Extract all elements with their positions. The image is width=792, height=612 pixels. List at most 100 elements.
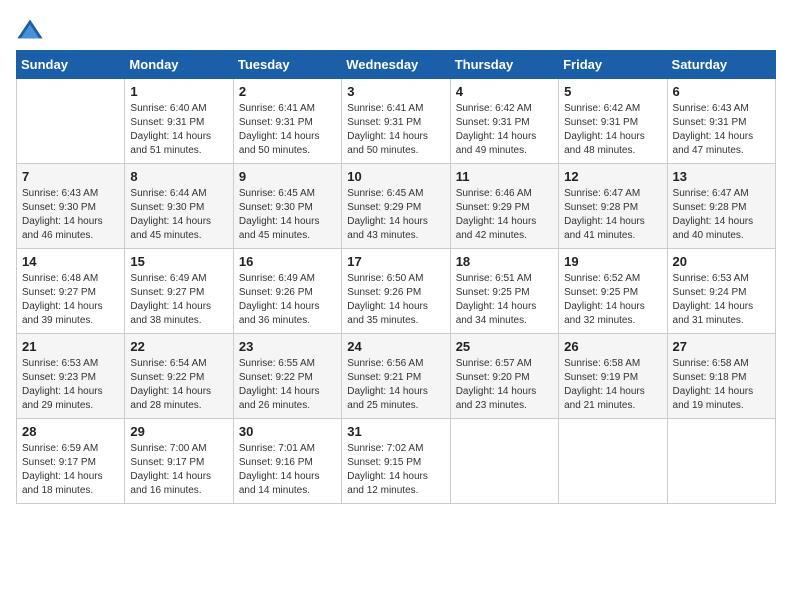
day-info: Sunrise: 6:54 AMSunset: 9:22 PMDaylight:… (130, 357, 227, 413)
day-info: Sunrise: 6:51 AMSunset: 9:25 PMDaylight:… (456, 272, 553, 328)
calendar-cell (450, 419, 558, 504)
day-number: 14 (22, 254, 119, 269)
day-info: Sunrise: 6:58 AMSunset: 9:18 PMDaylight:… (673, 357, 770, 413)
day-number: 8 (130, 169, 227, 184)
day-info: Sunrise: 6:48 AMSunset: 9:27 PMDaylight:… (22, 272, 119, 328)
calendar-cell (559, 419, 667, 504)
logo (16, 16, 48, 44)
calendar-cell: 22 Sunrise: 6:54 AMSunset: 9:22 PMDayligh… (125, 334, 233, 419)
calendar-cell: 15 Sunrise: 6:49 AMSunset: 9:27 PMDayligh… (125, 249, 233, 334)
calendar-cell: 20 Sunrise: 6:53 AMSunset: 9:24 PMDayligh… (667, 249, 775, 334)
day-info: Sunrise: 6:41 AMSunset: 9:31 PMDaylight:… (239, 102, 336, 158)
calendar-cell: 25 Sunrise: 6:57 AMSunset: 9:20 PMDayligh… (450, 334, 558, 419)
day-number: 22 (130, 339, 227, 354)
calendar-cell: 29 Sunrise: 7:00 AMSunset: 9:17 PMDayligh… (125, 419, 233, 504)
week-row-5: 28Sunrise: 6:59 AMSunset: 9:17 PMDayligh… (17, 419, 776, 504)
calendar-cell: 1Sunrise: 6:40 AMSunset: 9:31 PMDaylight… (125, 79, 233, 164)
day-number: 4 (456, 84, 553, 99)
day-info: Sunrise: 6:40 AMSunset: 9:31 PMDaylight:… (130, 102, 227, 158)
day-info: Sunrise: 6:42 AMSunset: 9:31 PMDaylight:… (456, 102, 553, 158)
day-number: 24 (347, 339, 444, 354)
logo-icon (16, 16, 44, 44)
weekday-header-wednesday: Wednesday (342, 51, 450, 79)
day-number: 3 (347, 84, 444, 99)
weekday-header-monday: Monday (125, 51, 233, 79)
day-number: 17 (347, 254, 444, 269)
calendar-cell: 30Sunrise: 7:01 AMSunset: 9:16 PMDayligh… (233, 419, 341, 504)
calendar-cell: 13 Sunrise: 6:47 AMSunset: 9:28 PMDayligh… (667, 164, 775, 249)
weekday-header-sunday: Sunday (17, 51, 125, 79)
calendar-cell: 6 Sunrise: 6:43 AMSunset: 9:31 PMDaylight… (667, 79, 775, 164)
weekday-header-row: SundayMondayTuesdayWednesdayThursdayFrid… (17, 51, 776, 79)
calendar-cell (667, 419, 775, 504)
day-info: Sunrise: 7:02 AMSunset: 9:15 PMDaylight:… (347, 442, 444, 498)
calendar-cell: 24 Sunrise: 6:56 AMSunset: 9:21 PMDayligh… (342, 334, 450, 419)
day-info: Sunrise: 6:45 AMSunset: 9:29 PMDaylight:… (347, 187, 444, 243)
week-row-3: 14 Sunrise: 6:48 AMSunset: 9:27 PMDayligh… (17, 249, 776, 334)
calendar-cell: 17 Sunrise: 6:50 AMSunset: 9:26 PMDayligh… (342, 249, 450, 334)
day-info: Sunrise: 6:43 AMSunset: 9:30 PMDaylight:… (22, 187, 119, 243)
day-number: 25 (456, 339, 553, 354)
day-info: Sunrise: 6:58 AMSunset: 9:19 PMDaylight:… (564, 357, 661, 413)
weekday-header-friday: Friday (559, 51, 667, 79)
day-info: Sunrise: 6:53 AMSunset: 9:23 PMDaylight:… (22, 357, 119, 413)
day-info: Sunrise: 6:45 AMSunset: 9:30 PMDaylight:… (239, 187, 336, 243)
day-info: Sunrise: 6:56 AMSunset: 9:21 PMDaylight:… (347, 357, 444, 413)
day-info: Sunrise: 6:42 AMSunset: 9:31 PMDaylight:… (564, 102, 661, 158)
day-info: Sunrise: 6:47 AMSunset: 9:28 PMDaylight:… (673, 187, 770, 243)
calendar-cell: 16Sunrise: 6:49 AMSunset: 9:26 PMDayligh… (233, 249, 341, 334)
calendar-cell: 10 Sunrise: 6:45 AMSunset: 9:29 PMDayligh… (342, 164, 450, 249)
calendar-cell: 9 Sunrise: 6:45 AMSunset: 9:30 PMDaylight… (233, 164, 341, 249)
calendar-cell: 11 Sunrise: 6:46 AMSunset: 9:29 PMDayligh… (450, 164, 558, 249)
calendar-cell: 14 Sunrise: 6:48 AMSunset: 9:27 PMDayligh… (17, 249, 125, 334)
day-number: 18 (456, 254, 553, 269)
calendar-cell: 21 Sunrise: 6:53 AMSunset: 9:23 PMDayligh… (17, 334, 125, 419)
weekday-header-saturday: Saturday (667, 51, 775, 79)
day-info: Sunrise: 6:53 AMSunset: 9:24 PMDaylight:… (673, 272, 770, 328)
calendar-cell (17, 79, 125, 164)
day-number: 19 (564, 254, 661, 269)
day-info: Sunrise: 6:50 AMSunset: 9:26 PMDaylight:… (347, 272, 444, 328)
day-number: 6 (673, 84, 770, 99)
day-number: 5 (564, 84, 661, 99)
day-number: 20 (673, 254, 770, 269)
day-number: 10 (347, 169, 444, 184)
calendar-cell: 4 Sunrise: 6:42 AMSunset: 9:31 PMDaylight… (450, 79, 558, 164)
page-header (16, 16, 776, 44)
weekday-header-tuesday: Tuesday (233, 51, 341, 79)
day-number: 23 (239, 339, 336, 354)
calendar-cell: 18 Sunrise: 6:51 AMSunset: 9:25 PMDayligh… (450, 249, 558, 334)
day-number: 7 (22, 169, 119, 184)
week-row-1: 1Sunrise: 6:40 AMSunset: 9:31 PMDaylight… (17, 79, 776, 164)
day-info: Sunrise: 7:00 AMSunset: 9:17 PMDaylight:… (130, 442, 227, 498)
day-info: Sunrise: 7:01 AMSunset: 9:16 PMDaylight:… (239, 442, 336, 498)
calendar-cell: 31 Sunrise: 7:02 AMSunset: 9:15 PMDayligh… (342, 419, 450, 504)
day-info: Sunrise: 6:47 AMSunset: 9:28 PMDaylight:… (564, 187, 661, 243)
day-info: Sunrise: 6:44 AMSunset: 9:30 PMDaylight:… (130, 187, 227, 243)
day-info: Sunrise: 6:49 AMSunset: 9:27 PMDaylight:… (130, 272, 227, 328)
week-row-2: 7 Sunrise: 6:43 AMSunset: 9:30 PMDaylight… (17, 164, 776, 249)
day-info: Sunrise: 6:41 AMSunset: 9:31 PMDaylight:… (347, 102, 444, 158)
calendar-cell: 28Sunrise: 6:59 AMSunset: 9:17 PMDayligh… (17, 419, 125, 504)
calendar-cell: 2Sunrise: 6:41 AMSunset: 9:31 PMDaylight… (233, 79, 341, 164)
day-number: 29 (130, 424, 227, 439)
weekday-header-thursday: Thursday (450, 51, 558, 79)
calendar-cell: 5 Sunrise: 6:42 AMSunset: 9:31 PMDaylight… (559, 79, 667, 164)
day-number: 31 (347, 424, 444, 439)
day-number: 13 (673, 169, 770, 184)
calendar-cell: 12Sunrise: 6:47 AMSunset: 9:28 PMDayligh… (559, 164, 667, 249)
day-number: 11 (456, 169, 553, 184)
calendar-cell: 23Sunrise: 6:55 AMSunset: 9:22 PMDayligh… (233, 334, 341, 419)
day-info: Sunrise: 6:46 AMSunset: 9:29 PMDaylight:… (456, 187, 553, 243)
calendar-cell: 8 Sunrise: 6:44 AMSunset: 9:30 PMDaylight… (125, 164, 233, 249)
day-number: 26 (564, 339, 661, 354)
day-number: 9 (239, 169, 336, 184)
day-number: 28 (22, 424, 119, 439)
calendar-cell: 7 Sunrise: 6:43 AMSunset: 9:30 PMDaylight… (17, 164, 125, 249)
day-info: Sunrise: 6:52 AMSunset: 9:25 PMDaylight:… (564, 272, 661, 328)
day-number: 15 (130, 254, 227, 269)
week-row-4: 21 Sunrise: 6:53 AMSunset: 9:23 PMDayligh… (17, 334, 776, 419)
day-info: Sunrise: 6:57 AMSunset: 9:20 PMDaylight:… (456, 357, 553, 413)
day-number: 21 (22, 339, 119, 354)
day-info: Sunrise: 6:43 AMSunset: 9:31 PMDaylight:… (673, 102, 770, 158)
